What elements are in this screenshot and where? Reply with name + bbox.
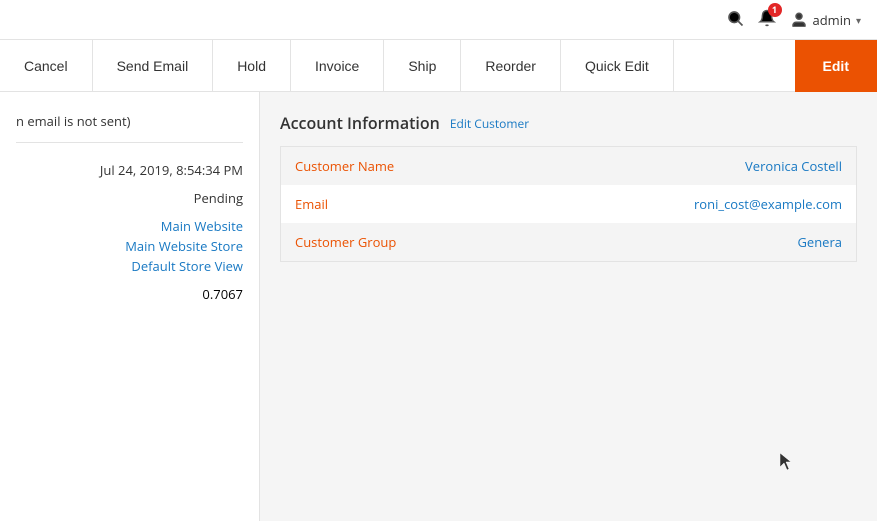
number-row: 0.7067 [16, 285, 243, 303]
customer-group-value: Genera [511, 223, 857, 262]
section-title: Account Information Edit Customer [280, 112, 857, 134]
notification-count: 1 [768, 3, 782, 17]
right-panel: Account Information Edit Customer Custom… [260, 92, 877, 521]
table-row-customer-group: Customer Group Genera [281, 223, 857, 262]
edit-button[interactable]: Edit [795, 40, 877, 92]
main-website-link[interactable]: Main Website [161, 217, 243, 235]
quick-edit-button[interactable]: Quick Edit [561, 40, 674, 92]
table-row-email: Email roni_cost@example.com [281, 185, 857, 223]
admin-user-menu[interactable]: admin ▾ [790, 11, 862, 29]
hold-button[interactable]: Hold [213, 40, 291, 92]
invoice-button[interactable]: Invoice [291, 40, 384, 92]
ship-button[interactable]: Ship [384, 40, 461, 92]
top-bar: 1 admin ▾ [0, 0, 877, 40]
action-toolbar: Cancel Send Email Hold Invoice Ship Reor… [0, 40, 877, 92]
notification-bell[interactable]: 1 [758, 9, 776, 31]
email-value: roni_cost@example.com [511, 185, 857, 223]
admin-label: admin [813, 11, 851, 29]
email-label: Email [281, 185, 511, 223]
status-row: Pending [16, 189, 243, 207]
top-bar-icons: 1 admin ▾ [726, 9, 862, 31]
table-row-customer-name: Customer Name Veronica Costell [281, 147, 857, 186]
status-value: Pending [194, 189, 243, 207]
customer-name-label: Customer Name [281, 147, 511, 186]
send-email-button[interactable]: Send Email [93, 40, 214, 92]
search-icon[interactable] [726, 9, 744, 31]
default-store-view-link[interactable]: Default Store View [131, 257, 243, 275]
main-content: n email is not sent) Jul 24, 2019, 8:54:… [0, 92, 877, 521]
date-value: Jul 24, 2019, 8:54:34 PM [100, 161, 243, 179]
left-panel: n email is not sent) Jul 24, 2019, 8:54:… [0, 92, 260, 521]
reorder-button[interactable]: Reorder [461, 40, 561, 92]
chevron-down-icon: ▾ [856, 13, 861, 27]
account-info-table: Customer Name Veronica Costell Email ron… [280, 146, 857, 262]
cancel-button[interactable]: Cancel [0, 40, 93, 92]
order-number: 0.7067 [202, 285, 243, 303]
email-notice: n email is not sent) [16, 112, 243, 143]
customer-group-label: Customer Group [281, 223, 511, 262]
date-row: Jul 24, 2019, 8:54:34 PM [16, 161, 243, 179]
edit-customer-link[interactable]: Edit Customer [450, 115, 529, 132]
customer-name-value: Veronica Costell [511, 147, 857, 186]
store-info: Main Website Main Website Store Default … [16, 217, 243, 275]
main-website-store-link[interactable]: Main Website Store [125, 237, 243, 255]
